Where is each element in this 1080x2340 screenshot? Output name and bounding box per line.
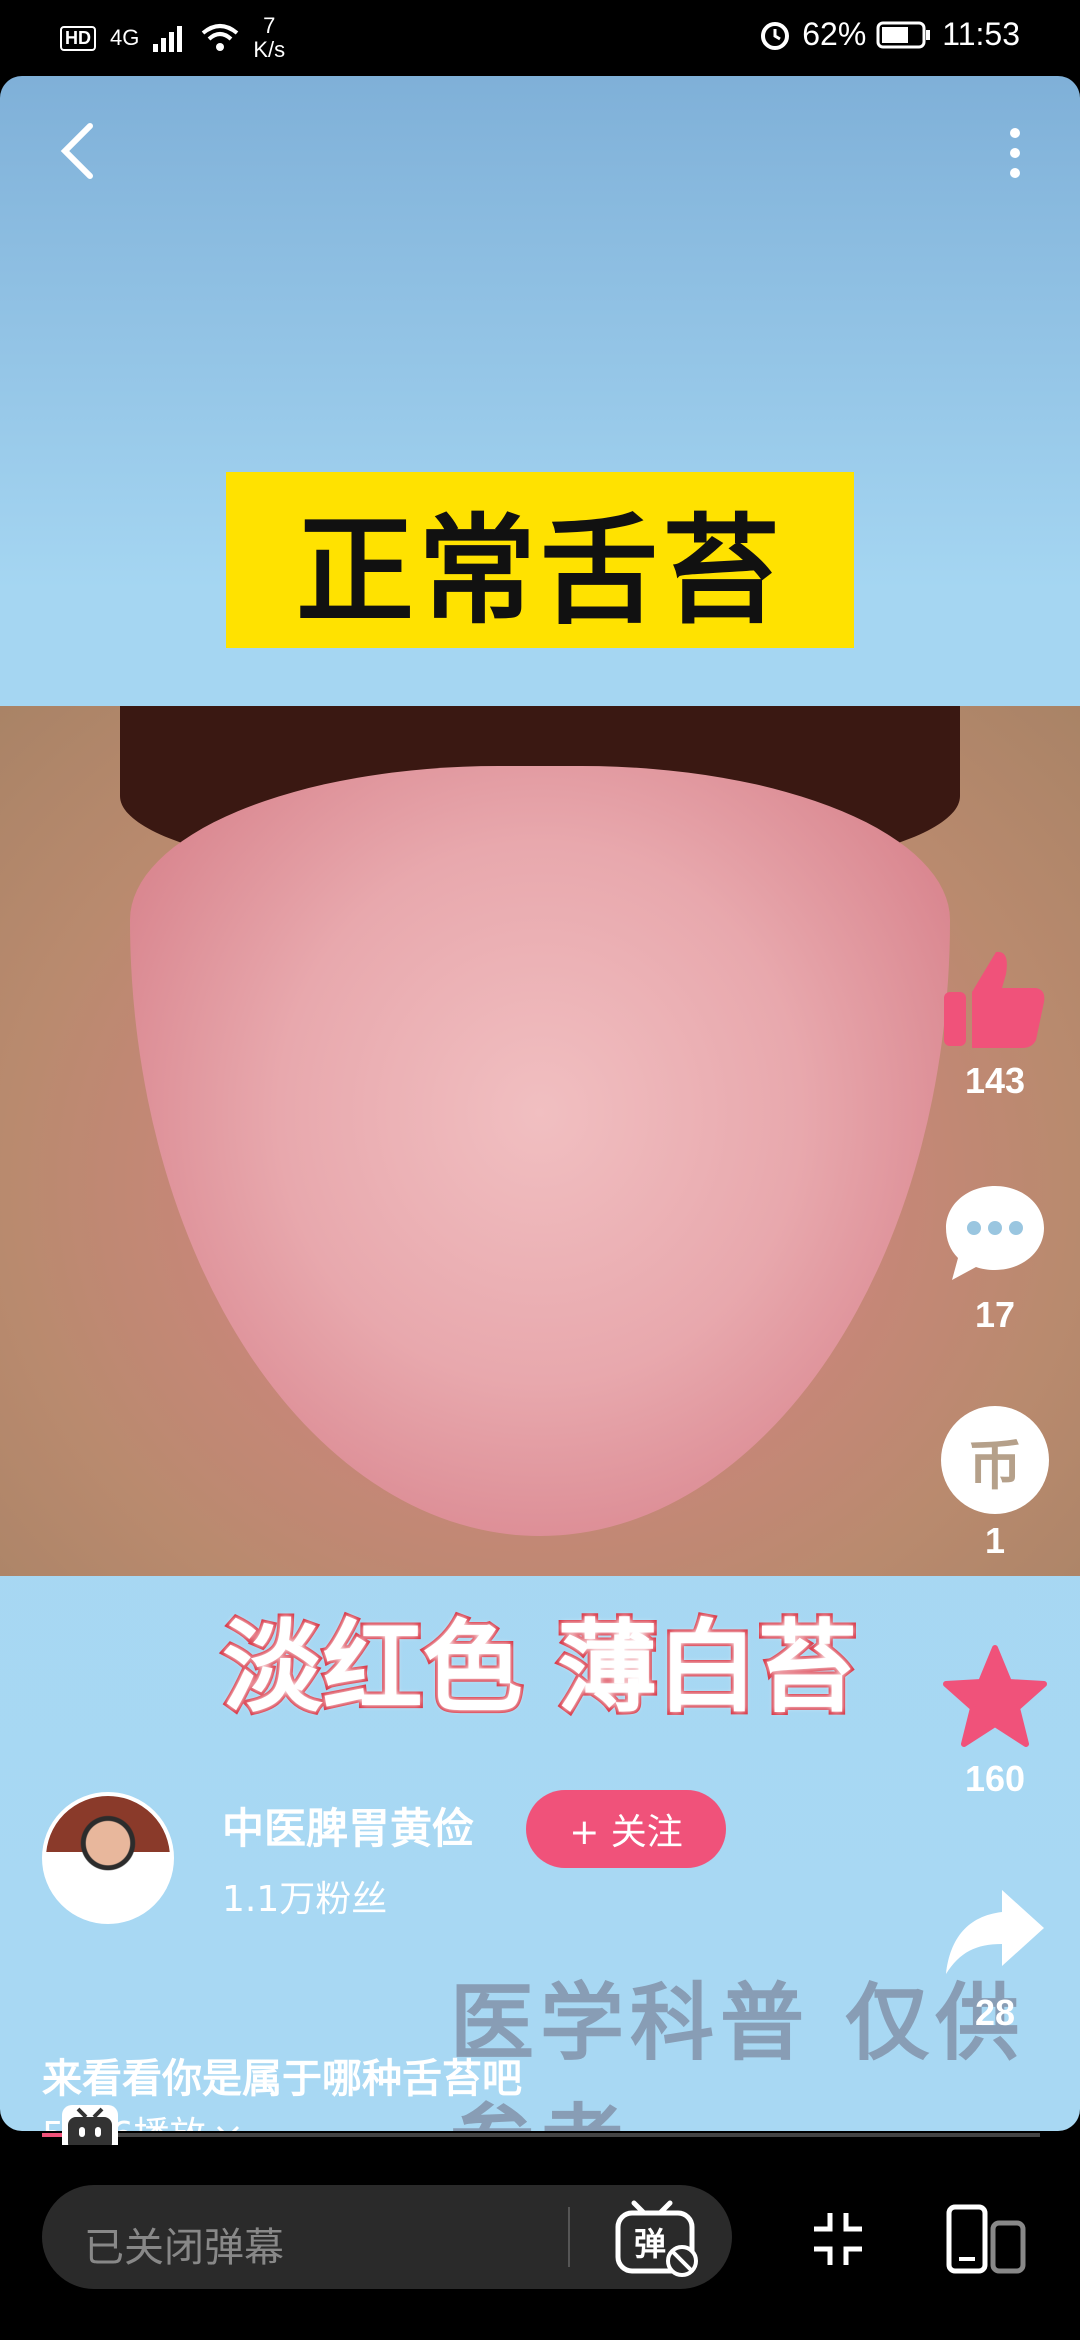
comment-button[interactable]: 17 (930, 1178, 1060, 1336)
star-icon (943, 1645, 1047, 1747)
like-count: 143 (964, 1060, 1026, 1101)
divider (568, 2207, 570, 2267)
net-speed: 7 K/s (253, 14, 285, 62)
back-arrow-icon[interactable] (50, 116, 110, 186)
comment-count: 17 (974, 1294, 1016, 1335)
status-right: 62% 11:53 (758, 16, 1020, 53)
follow-button[interactable]: + 关注 (526, 1790, 726, 1868)
coin-count: 1 (984, 1520, 1006, 1561)
action-column: 143 17 币 1 160 28 (930, 76, 1080, 2131)
thumbs-up-icon (944, 951, 1045, 1048)
video-progress-bar[interactable] (42, 2105, 1040, 2161)
coin-button[interactable]: 币 1 (930, 1406, 1060, 1562)
video-description: 来看看你是属于哪种舌苔吧 (42, 2056, 522, 2102)
favorite-count: 160 (964, 1758, 1026, 1799)
author-block: 中医脾胃黄俭 1.1万粉丝 (42, 1792, 474, 1924)
exit-fullscreen-icon[interactable] (810, 2209, 866, 2269)
fan-count: 1.1万粉丝 (222, 1878, 388, 1920)
battery-percent: 62% (802, 16, 867, 52)
rotate-screen-icon[interactable] (945, 2203, 1027, 2275)
danmaku-toggle-icon[interactable]: 弹 (612, 2199, 702, 2279)
share-count: 28 (974, 1992, 1016, 2033)
wifi-icon (202, 24, 239, 51)
signal-icon (153, 26, 183, 52)
status-bar: HD 4G 7 K/s 62% 11:53 (0, 0, 1080, 76)
tongue-shape (130, 766, 950, 1536)
chevron-down-icon (216, 2125, 239, 2131)
alarm-icon (761, 21, 790, 50)
author-info: 中医脾胃黄俭 1.1万粉丝 (222, 1795, 474, 1922)
progress-fill (42, 2133, 62, 2137)
author-name[interactable]: 中医脾胃黄俭 (222, 1795, 474, 1856)
danmaku-input[interactable]: 已关闭弹幕 弹 (42, 2185, 732, 2289)
share-button[interactable]: 28 (930, 1876, 1060, 2034)
network-label: 4G (110, 25, 140, 50)
danmaku-placeholder: 已关闭弹幕 (84, 2225, 284, 2271)
video-frame-image (0, 706, 1080, 1576)
battery-icon (876, 21, 931, 48)
video-subtitle-caption: 淡红色 薄白苔 (220, 1606, 861, 1729)
bottom-bar: 已关闭弹幕 弹 (0, 2145, 1080, 2340)
favorite-button[interactable]: 160 (930, 1642, 1060, 1800)
video-top-bar (0, 76, 1080, 226)
net-speed-value: 7 (263, 13, 276, 38)
status-left: HD 4G 7 K/s (60, 14, 285, 62)
video-title-banner: 正常舌苔 (226, 472, 854, 648)
danmaku-glyph: 弹 (634, 2225, 666, 2263)
coin-icon: 币 (941, 1406, 1049, 1514)
video-player[interactable]: 正常舌苔 淡红色 薄白苔 医学科普 仅供参考 143 17 币 1 (0, 76, 1080, 2131)
hd-icon: HD (60, 25, 96, 51)
comment-bubble-icon (946, 1186, 1044, 1280)
net-speed-unit: K/s (253, 37, 286, 62)
share-arrow-icon (946, 1890, 1044, 1974)
avatar[interactable] (42, 1792, 174, 1924)
like-button[interactable]: 143 (930, 944, 1060, 1102)
clock: 11:53 (942, 16, 1020, 52)
